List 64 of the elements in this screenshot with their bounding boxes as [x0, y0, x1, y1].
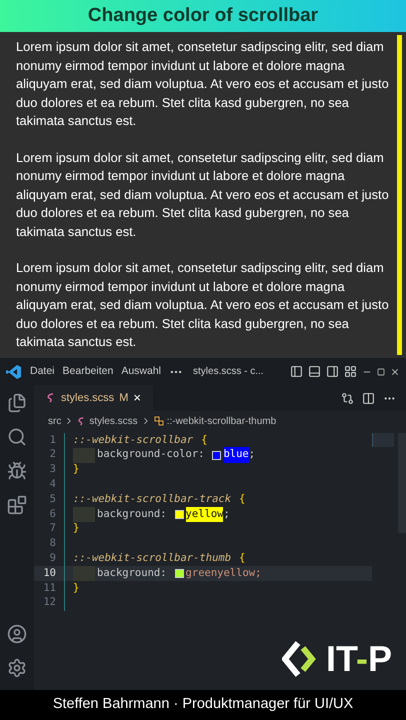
symbol-icon	[154, 416, 164, 426]
sidebar-toggle-icon[interactable]	[290, 365, 303, 378]
title-banner: Change color of scrollbar	[0, 0, 406, 32]
line-number: 9	[48, 550, 57, 566]
line-number: 1	[48, 432, 57, 448]
search-icon[interactable]	[7, 427, 27, 447]
close-icon[interactable]	[390, 366, 400, 376]
brace: }	[73, 580, 80, 596]
line-number: 4	[48, 476, 57, 492]
brace: }	[73, 521, 80, 536]
brace: }	[73, 462, 80, 478]
line-number: 3	[48, 462, 57, 478]
secondary-sidebar-icon[interactable]	[326, 365, 339, 378]
paragraph: Lorem ipsum dolor sit amet, consetetur sadipscing elitr, sed diam nonumy eirmod tempor invidunt ut labore et dolore magna aliquyam erat, sed diam voluptua. At vero eos et accusam et justo duo dolores et ea rebum. Stet clita kasd gubergren, no sea takimata sanctus est.	[16, 38, 390, 130]
menu-item[interactable]: Bearbeiten	[62, 364, 114, 380]
css-value: greenyellow;	[186, 566, 262, 581]
line-number: 5	[48, 492, 57, 507]
tab-label: styles.scss	[61, 390, 114, 406]
debug-icon[interactable]	[7, 461, 27, 481]
paragraph: Lorem ipsum dolor sit amet, consetetur sadipscing elitr, sed diam nonumy eirmod tempor invidunt ut labore et dolore magna aliquyam erat, sed diam voluptua. At vero eos et accusam et justo duo dolores et ea rebum. Stet clita kasd gubergren, no sea takimata sanctus est.	[16, 259, 390, 351]
brace: {	[201, 432, 208, 448]
line-number: 10	[42, 566, 57, 581]
logo-text: IT-P	[326, 641, 392, 677]
breadcrumb-item[interactable]: src	[48, 414, 62, 428]
footer-caption: Steffen Bahrmann · Produktmanager für UI/UX	[0, 690, 406, 720]
extensions-icon[interactable]	[7, 495, 27, 515]
account-icon[interactable]	[7, 624, 27, 644]
compare-icon[interactable]	[341, 392, 354, 404]
sass-file-icon	[77, 416, 86, 426]
semicolon: ;	[223, 506, 230, 522]
tab-close[interactable]: ×	[133, 388, 141, 408]
line-number: 11	[42, 580, 57, 596]
css-property: background:	[97, 506, 167, 522]
modified-label: M	[119, 390, 128, 406]
line-number: 2	[48, 447, 57, 462]
maximize-icon[interactable]	[377, 368, 385, 376]
minimap	[372, 433, 394, 447]
breadcrumb-item[interactable]: ::-webkit-scrollbar-thumb	[166, 414, 276, 428]
line-number: 8	[48, 536, 57, 552]
css-selector: ::-webkit-scrollbar-thumb	[73, 550, 232, 566]
window-title: styles.scss - c...	[193, 365, 264, 379]
css-selector: ::-webkit-scrollbar	[73, 432, 194, 448]
line-number: 7	[48, 521, 57, 536]
menu-item[interactable]: Auswahl	[121, 364, 162, 380]
css-value: blue	[223, 447, 249, 464]
css-property: background:	[97, 566, 167, 581]
css-selector: ::-webkit-scrollbar-track	[73, 492, 232, 507]
paragraph: Lorem ipsum dolor sit amet, consetetur sadipscing elitr, sed diam nonumy eirmod tempor invidunt ut labore et dolore magna aliquyam erat, sed diam voluptua. At vero eos et accusam et justo duo dolores et ea rebum. Stet clita kasd gubergren, no sea takimata sanctus est.	[16, 148, 390, 240]
css-property: background-color:	[97, 447, 204, 462]
files-icon[interactable]	[7, 393, 27, 413]
panel-toggle-icon[interactable]	[308, 365, 321, 378]
brace: {	[239, 492, 246, 507]
settings-icon[interactable]	[7, 658, 27, 678]
editor-tab[interactable]: styles.scss M ×	[34, 385, 153, 411]
brace: {	[239, 550, 246, 566]
editor-logo-icon	[6, 364, 22, 380]
sass-file-icon	[46, 393, 56, 403]
line-number: 12	[42, 595, 57, 610]
split-editor-icon[interactable]	[362, 392, 375, 404]
layout-icon[interactable]	[344, 365, 357, 378]
menu-item[interactable]: Datei	[30, 364, 55, 380]
line-number: 6	[48, 506, 57, 522]
semicolon: ;	[248, 447, 256, 462]
breadcrumb-item[interactable]: styles.scss	[89, 414, 138, 428]
